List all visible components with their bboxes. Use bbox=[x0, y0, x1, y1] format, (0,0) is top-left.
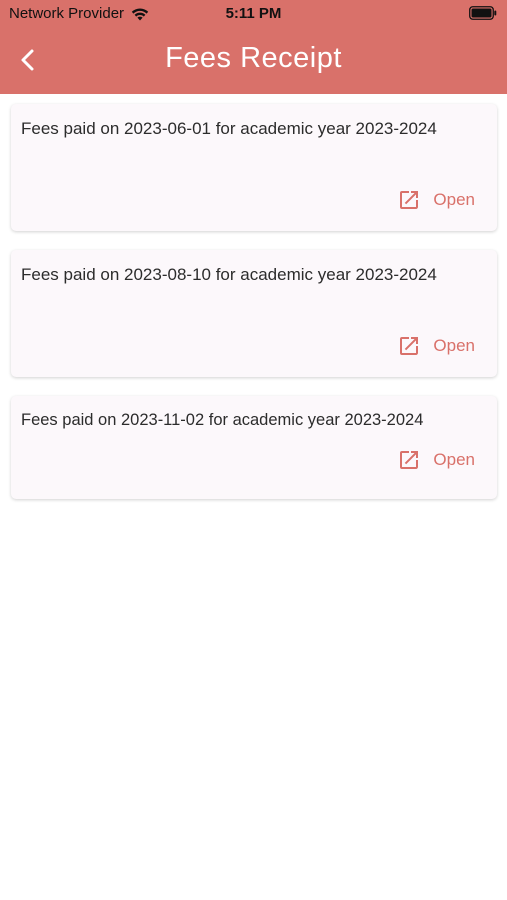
navigation-bar: Fees Receipt bbox=[0, 30, 507, 94]
receipt-card: Fees paid on 2023-11-02 for academic yea… bbox=[11, 396, 497, 499]
receipt-description: Fees paid on 2023-08-10 for academic yea… bbox=[21, 265, 437, 284]
receipt-card: Fees paid on 2023-08-10 for academic yea… bbox=[11, 250, 497, 377]
open-in-new-icon bbox=[400, 451, 419, 469]
receipt-card: Fees paid on 2023-06-01 for academic yea… bbox=[11, 104, 497, 231]
top-bar: Network Provider 5:11 PM Fees Receipt bbox=[0, 0, 507, 94]
page-title: Fees Receipt bbox=[165, 42, 342, 74]
receipt-description: Fees paid on 2023-06-01 for academic yea… bbox=[21, 119, 437, 138]
open-label: Open bbox=[433, 190, 475, 209]
open-receipt-button[interactable]: Open bbox=[397, 448, 475, 472]
open-receipt-button[interactable]: Open bbox=[397, 188, 475, 212]
open-label: Open bbox=[433, 336, 475, 355]
status-time: 5:11 PM bbox=[225, 5, 282, 22]
open-label: Open bbox=[433, 450, 475, 469]
status-bar: Network Provider 5:11 PM bbox=[0, 0, 507, 30]
open-receipt-button[interactable]: Open bbox=[397, 334, 475, 358]
open-in-new-icon bbox=[400, 337, 419, 355]
open-in-new-icon bbox=[400, 191, 419, 209]
receipt-description: Fees paid on 2023-11-02 for academic yea… bbox=[21, 411, 424, 429]
battery-icon bbox=[469, 6, 497, 20]
